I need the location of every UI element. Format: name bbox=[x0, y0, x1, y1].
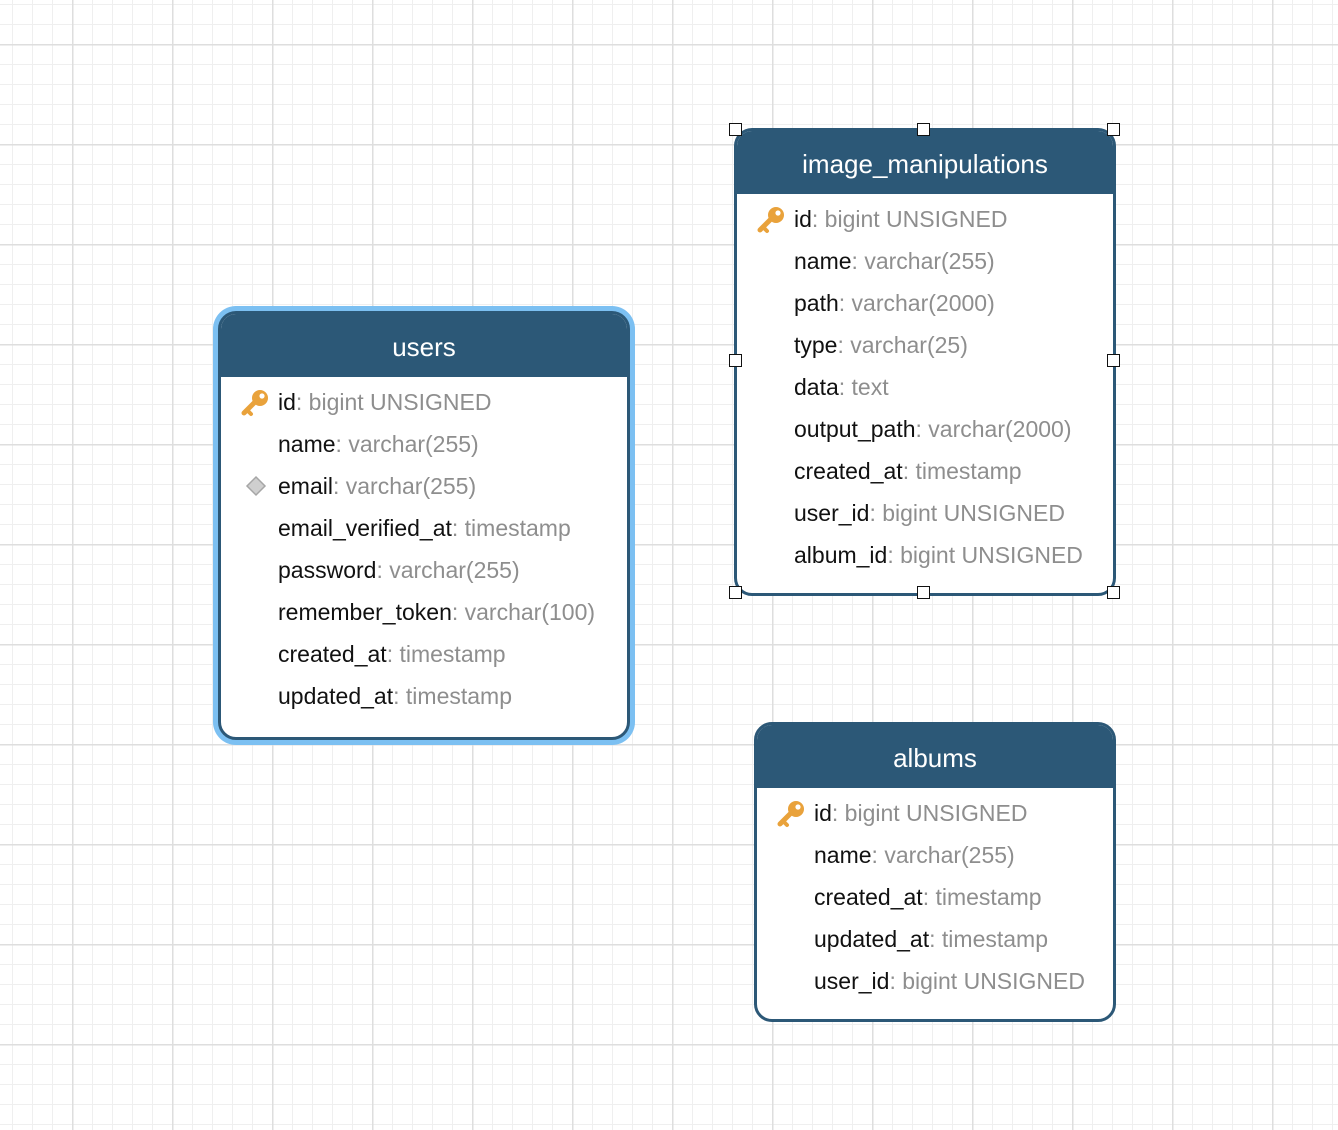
attribute-type: : varchar(255) bbox=[851, 248, 995, 274]
attribute-row-email-verified-at[interactable]: email_verified_at: timestamp bbox=[221, 507, 627, 549]
attribute-type: : varchar(255) bbox=[871, 842, 1015, 868]
attribute-row-name[interactable]: name: varchar(255) bbox=[757, 834, 1113, 876]
attribute-type: : timestamp bbox=[922, 884, 1042, 910]
attribute-name: updated_at bbox=[278, 683, 394, 709]
attribute-type: : bigint UNSIGNED bbox=[869, 500, 1065, 526]
resize-handle-top-right[interactable] bbox=[1107, 123, 1120, 136]
attribute-name: name bbox=[278, 431, 336, 457]
attribute-type: : varchar(255) bbox=[335, 431, 479, 457]
attribute-row-created-at[interactable]: created_at: timestamp bbox=[221, 633, 627, 675]
attribute-name: name bbox=[814, 842, 872, 868]
table-title[interactable]: albums bbox=[757, 725, 1113, 788]
attribute-row-user-id[interactable]: user_id: bigint UNSIGNED bbox=[737, 492, 1113, 534]
attribute-row-updated-at[interactable]: updated_at: timestamp bbox=[221, 675, 627, 717]
attribute-type: : timestamp bbox=[451, 515, 571, 541]
attribute-name: user_id bbox=[814, 968, 890, 994]
image-manipulations-table[interactable]: image_manipulations id: bigint UNSIGNED n… bbox=[734, 128, 1116, 596]
attribute-name: email_verified_at bbox=[278, 515, 452, 541]
attribute-row-created-at[interactable]: created_at: timestamp bbox=[757, 876, 1113, 918]
attribute-name: password bbox=[278, 557, 377, 583]
attribute-type: : bigint UNSIGNED bbox=[831, 800, 1028, 826]
attribute-row-id[interactable]: id: bigint UNSIGNED bbox=[757, 792, 1113, 834]
attribute-row-output-path[interactable]: output_path: varchar(2000) bbox=[737, 408, 1113, 450]
attribute-row-updated-at[interactable]: updated_at: timestamp bbox=[757, 918, 1113, 960]
albums-table[interactable]: albums id: bigint UNSIGNED name: varchar(… bbox=[754, 722, 1116, 1022]
attribute-row-remember-token[interactable]: remember_token: varchar(100) bbox=[221, 591, 627, 633]
attribute-name: updated_at bbox=[814, 926, 930, 952]
attribute-list: id: bigint UNSIGNED name: varchar(255) pat… bbox=[737, 194, 1113, 576]
attribute-type: : varchar(2000) bbox=[838, 290, 995, 316]
attribute-type: : text bbox=[838, 374, 889, 400]
attribute-name: output_path bbox=[794, 416, 916, 442]
attribute-type: : bigint UNSIGNED bbox=[889, 968, 1085, 994]
resize-handle-top[interactable] bbox=[917, 123, 930, 136]
unique-index-icon bbox=[239, 472, 273, 502]
attribute-list: id: bigint UNSIGNED name: varchar(255) ema… bbox=[221, 377, 627, 717]
attribute-row-name[interactable]: name: varchar(255) bbox=[221, 423, 627, 465]
attribute-row-id[interactable]: id: bigint UNSIGNED bbox=[221, 381, 627, 423]
attribute-row-created-at[interactable]: created_at: timestamp bbox=[737, 450, 1113, 492]
attribute-type: : varchar(25) bbox=[837, 332, 968, 358]
attribute-type: : varchar(2000) bbox=[915, 416, 1072, 442]
attribute-name: id bbox=[794, 206, 812, 232]
attribute-name: album_id bbox=[794, 542, 888, 568]
attribute-type: : bigint UNSIGNED bbox=[811, 206, 1008, 232]
attribute-row-id[interactable]: id: bigint UNSIGNED bbox=[737, 198, 1113, 240]
primary-key-icon bbox=[755, 205, 789, 235]
users-table[interactable]: users id: bigint UNSIGNED name: varchar(2… bbox=[218, 311, 630, 740]
attribute-name: id bbox=[278, 389, 296, 415]
primary-key-icon bbox=[239, 388, 273, 418]
attribute-type: : timestamp bbox=[393, 683, 512, 709]
attribute-name: created_at bbox=[278, 641, 387, 667]
attribute-list: id: bigint UNSIGNED name: varchar(255) cre… bbox=[757, 788, 1113, 1002]
resize-handle-bottom[interactable] bbox=[917, 586, 930, 599]
table-title[interactable]: image_manipulations bbox=[737, 131, 1113, 194]
attribute-name: created_at bbox=[794, 458, 903, 484]
attribute-type: : timestamp bbox=[902, 458, 1022, 484]
attribute-row-data[interactable]: data: text bbox=[737, 366, 1113, 408]
primary-key-icon bbox=[775, 799, 809, 829]
attribute-name: email bbox=[278, 473, 333, 499]
resize-handle-bottom-left[interactable] bbox=[729, 586, 742, 599]
attribute-name: user_id bbox=[794, 500, 870, 526]
attribute-name: type bbox=[794, 332, 838, 358]
attribute-name: data bbox=[794, 374, 839, 400]
attribute-name: name bbox=[794, 248, 852, 274]
attribute-row-user-id[interactable]: user_id: bigint UNSIGNED bbox=[757, 960, 1113, 1002]
attribute-type: : varchar(255) bbox=[376, 557, 520, 583]
attribute-row-name[interactable]: name: varchar(255) bbox=[737, 240, 1113, 282]
resize-handle-left[interactable] bbox=[729, 354, 742, 367]
attribute-row-password[interactable]: password: varchar(255) bbox=[221, 549, 627, 591]
attribute-row-email[interactable]: email: varchar(255) bbox=[221, 465, 627, 507]
attribute-name: created_at bbox=[814, 884, 923, 910]
attribute-type: : timestamp bbox=[929, 926, 1048, 952]
attribute-type: : bigint UNSIGNED bbox=[295, 389, 492, 415]
attribute-type: : varchar(100) bbox=[451, 599, 596, 625]
attribute-row-path[interactable]: path: varchar(2000) bbox=[737, 282, 1113, 324]
attribute-name: path bbox=[794, 290, 839, 316]
attribute-name: id bbox=[814, 800, 832, 826]
attribute-name: remember_token bbox=[278, 599, 452, 625]
resize-handle-right[interactable] bbox=[1107, 354, 1120, 367]
attribute-type: : bigint UNSIGNED bbox=[887, 542, 1083, 568]
table-title[interactable]: users bbox=[221, 314, 627, 377]
attribute-row-type[interactable]: type: varchar(25) bbox=[737, 324, 1113, 366]
attribute-type: : timestamp bbox=[386, 641, 506, 667]
attribute-row-album-id[interactable]: album_id: bigint UNSIGNED bbox=[737, 534, 1113, 576]
attribute-type: : varchar(255) bbox=[332, 473, 477, 499]
resize-handle-top-left[interactable] bbox=[729, 123, 742, 136]
resize-handle-bottom-right[interactable] bbox=[1107, 586, 1120, 599]
